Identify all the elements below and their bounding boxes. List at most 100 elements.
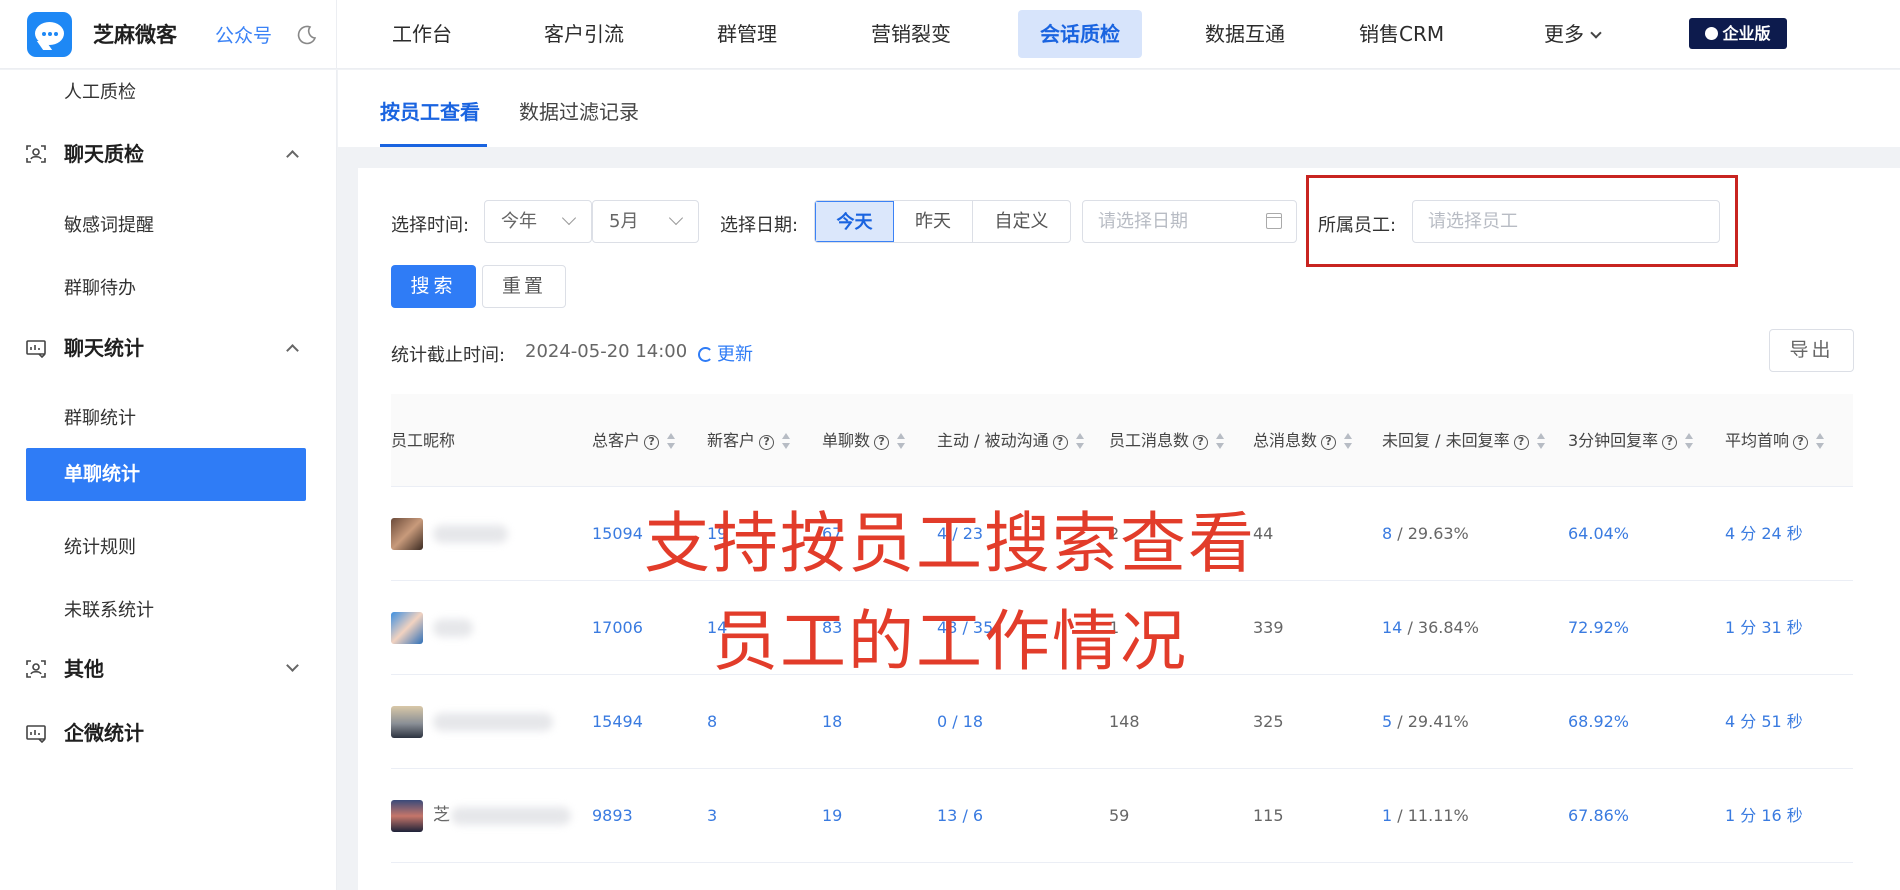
refresh-icon	[698, 347, 713, 362]
moon-icon[interactable]	[296, 24, 318, 46]
cell-total-messages: 325	[1253, 712, 1284, 731]
nav-more[interactable]: 更多	[1522, 10, 1622, 58]
tab-filter-records[interactable]: 数据过滤记录	[519, 96, 639, 125]
col-header-label: 单聊数	[822, 431, 871, 450]
cell-unreplied-rate: 11.11%	[1407, 806, 1469, 825]
user-scan-icon	[26, 145, 46, 163]
sort-icon[interactable]	[897, 433, 906, 449]
annotation-caption-line2: 员工的工作情况	[712, 603, 1188, 680]
col-header-employee: 员工昵称	[391, 394, 455, 487]
sidebar-item-group-todo[interactable]: 群聊待办	[64, 266, 136, 312]
col-header-staff-messages[interactable]: 员工消息数?	[1109, 394, 1225, 487]
sort-icon[interactable]	[1216, 433, 1225, 449]
nav-customer-acquisition[interactable]: 客户引流	[522, 10, 646, 58]
nav-data-sync[interactable]: 数据互通	[1183, 10, 1307, 58]
col-header-total-customers[interactable]: 总客户?	[592, 394, 676, 487]
export-button[interactable]: 导出	[1769, 329, 1854, 372]
avatar	[391, 706, 423, 738]
month-select-value: 5月	[609, 211, 639, 232]
sidebar-group-chat-qc[interactable]: 聊天质检	[0, 131, 337, 177]
nav-marketing-fission[interactable]: 营销裂变	[849, 10, 973, 58]
date-segment-custom[interactable]: 自定义	[973, 201, 1070, 242]
col-header-total-messages[interactable]: 总消息数?	[1253, 394, 1353, 487]
date-label: 选择日期:	[720, 215, 799, 236]
official-account-link[interactable]: 公众号	[215, 21, 272, 48]
col-header-label: 未回复 / 未回复率	[1382, 431, 1510, 450]
cell-new-customers[interactable]: 3	[707, 769, 717, 862]
cell-single-chats[interactable]: 19	[822, 769, 842, 862]
table-header: 员工昵称 总客户? 新客户? 单聊数? 主动 / 被动沟通? 员工消息数? 总消…	[391, 394, 1853, 487]
logo-icon[interactable]	[27, 12, 72, 57]
stats-deadline-value: 2024-05-20 14:00	[525, 341, 688, 362]
nav-workbench[interactable]: 工作台	[370, 10, 474, 58]
sidebar-item-group-stats[interactable]: 群聊统计	[64, 396, 136, 442]
cell-active-passive[interactable]: 13 / 6	[937, 769, 983, 862]
help-icon[interactable]: ?	[759, 435, 775, 450]
help-icon[interactable]: ?	[1193, 435, 1209, 450]
cell-total-messages: 115	[1253, 806, 1284, 825]
sidebar-item-sensitive-words[interactable]: 敏感词提醒	[64, 203, 154, 249]
sidebar-group-chat-stats[interactable]: 聊天统计	[0, 325, 337, 371]
date-segment-today[interactable]: 今天	[815, 201, 894, 242]
cell-unreplied[interactable]: 1 / 11.11%	[1382, 769, 1469, 862]
cell-unreplied-count: 1	[1382, 806, 1393, 825]
refresh-link[interactable]: 更新	[698, 340, 753, 366]
stats-card-icon	[26, 725, 46, 743]
cell-total-customers[interactable]: 9893	[592, 769, 633, 862]
sort-icon[interactable]	[782, 433, 791, 449]
sidebar-group-label: 聊天质检	[64, 142, 144, 166]
sort-icon[interactable]	[1075, 433, 1085, 449]
tab-by-employee[interactable]: 按员工查看	[380, 96, 480, 125]
nav-sales-crm[interactable]: 销售CRM	[1337, 10, 1466, 58]
cell-passive: 18	[962, 712, 984, 731]
col-header-single-chats[interactable]: 单聊数?	[822, 394, 906, 487]
col-header-unreplied[interactable]: 未回复 / 未回复率?	[1382, 394, 1546, 487]
cell-single-chats[interactable]: 18	[822, 675, 842, 768]
cell-avg-first-response: 1 分 16 秒	[1725, 806, 1803, 825]
col-header-label: 新客户	[707, 431, 756, 450]
nav-group-management[interactable]: 群管理	[695, 10, 799, 58]
sort-icon[interactable]	[1344, 433, 1353, 449]
sort-icon[interactable]	[1685, 433, 1694, 449]
employee-name-blurred	[433, 713, 553, 731]
brand-area: 芝麻微客 公众号	[0, 0, 337, 69]
col-header-active-passive[interactable]: 主动 / 被动沟通?	[937, 394, 1085, 487]
help-icon[interactable]: ?	[1793, 435, 1809, 450]
col-header-3min-reply-rate[interactable]: 3分钟回复率?	[1568, 394, 1694, 487]
sidebar-group-wecom-stats[interactable]: 企微统计	[0, 710, 337, 756]
cell-staff-messages: 148	[1109, 712, 1140, 731]
search-button[interactable]: 搜索	[391, 265, 476, 308]
col-header-avg-first-response[interactable]: 平均首响?	[1725, 394, 1825, 487]
sort-icon[interactable]	[667, 433, 676, 449]
help-icon[interactable]: ?	[1052, 435, 1068, 450]
help-icon[interactable]: ?	[874, 435, 890, 450]
nav-conversation-qc[interactable]: 会话质检	[1018, 10, 1142, 58]
enterprise-badge[interactable]: 企业版	[1689, 18, 1787, 49]
year-select[interactable]: 今年	[484, 200, 592, 243]
help-icon[interactable]: ?	[1513, 435, 1529, 450]
table-row: 15494 8 18 0 / 18 148 325 5 / 29.41% 68.…	[391, 675, 1853, 769]
help-icon[interactable]: ?	[1662, 435, 1678, 450]
sidebar: 人工质检 聊天质检 敏感词提醒 群聊待办 聊天统计 群聊统计 单聊统计 统计规则…	[0, 70, 337, 890]
date-range-segmented: 今天 昨天 自定义	[814, 200, 1071, 243]
sidebar-item-manual-qc[interactable]: 人工质检	[64, 70, 136, 116]
help-icon[interactable]: ?	[1321, 435, 1337, 450]
col-header-new-customers[interactable]: 新客户?	[707, 394, 791, 487]
month-select[interactable]: 5月	[592, 200, 699, 243]
sort-icon[interactable]	[1816, 433, 1825, 449]
chat-bubble-icon	[1705, 27, 1719, 40]
reset-button[interactable]: 重置	[482, 265, 566, 308]
cell-total-customers[interactable]: 15494	[592, 675, 643, 768]
cell-active: 13	[937, 806, 958, 825]
cell-unreplied[interactable]: 5 / 29.41%	[1382, 675, 1469, 768]
cell-new-customers[interactable]: 8	[707, 675, 717, 768]
col-header-label: 平均首响	[1725, 431, 1790, 450]
help-icon[interactable]: ?	[644, 435, 660, 450]
chevron-down-icon	[1590, 27, 1602, 39]
date-picker-input[interactable]: 请选择日期	[1082, 200, 1297, 243]
top-navbar: 芝麻微客 公众号 工作台 客户引流 群管理 营销裂变 会话质检 数据互通 销售C…	[0, 0, 1900, 69]
date-segment-yesterday[interactable]: 昨天	[894, 201, 973, 242]
refresh-label: 更新	[717, 344, 753, 365]
cell-active-passive[interactable]: 0 / 18	[937, 675, 983, 768]
sort-icon[interactable]	[1536, 433, 1546, 449]
